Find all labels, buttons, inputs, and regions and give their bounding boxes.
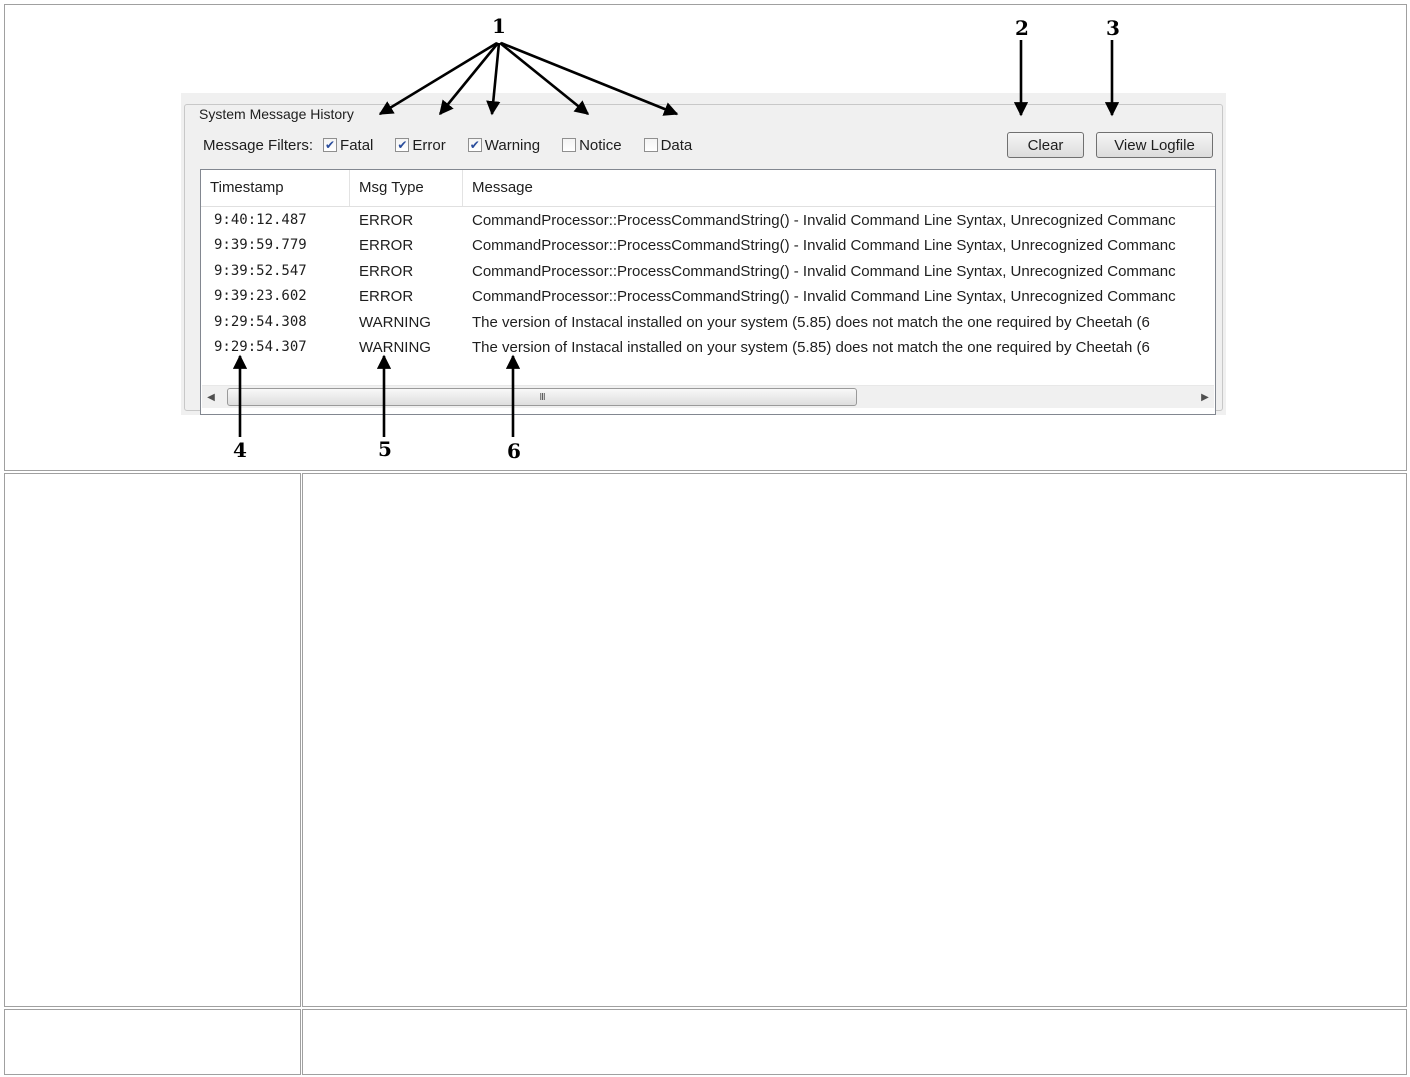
- callout-2: 2: [1015, 16, 1029, 40]
- callout-1: 1: [492, 14, 506, 38]
- arrow-1-to-warning: [486, 42, 501, 116]
- callout-6: 6: [507, 439, 521, 463]
- callout-5: 5: [378, 437, 392, 461]
- callout-4: 4: [233, 438, 247, 462]
- callout-3: 3: [1106, 16, 1120, 40]
- table-cell-left-2: [4, 1009, 301, 1075]
- table-cell-right-1: [302, 473, 1407, 1007]
- callout-arrows: [232, 40, 1120, 437]
- arrow-1-to-data: [500, 41, 679, 116]
- arrow-1-to-notice: [499, 41, 590, 116]
- arrow-1-to-fatal: [378, 41, 498, 116]
- arrow-1-to-error: [438, 42, 500, 116]
- table-cell-left-1: [4, 473, 301, 1007]
- table-cell-right-2: [302, 1009, 1407, 1075]
